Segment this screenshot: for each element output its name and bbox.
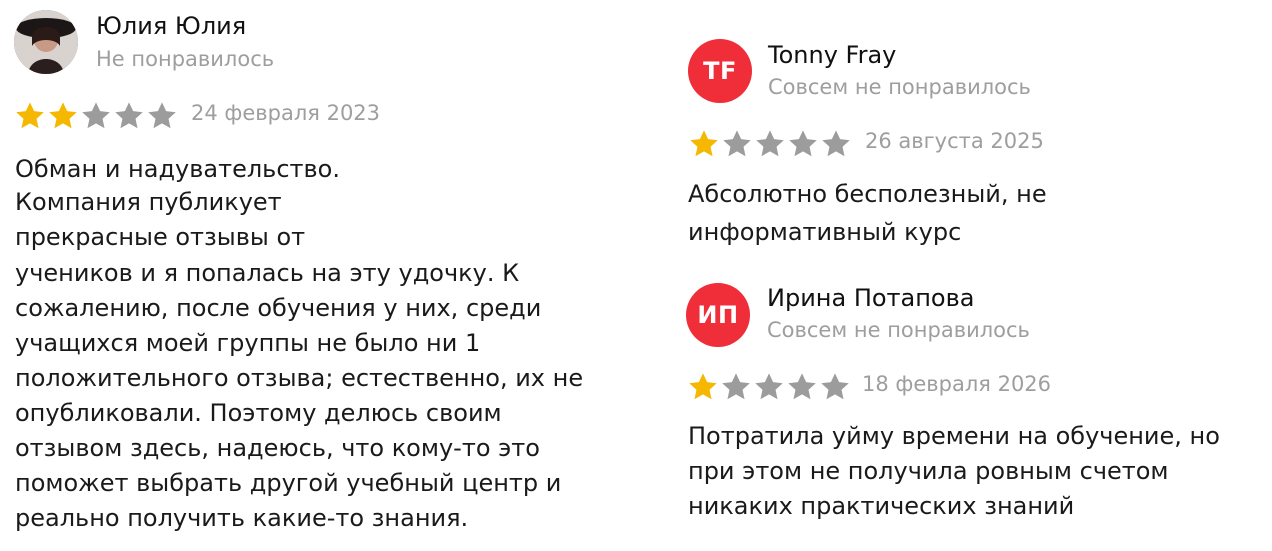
review-text-line: положительного отзыва; естественно, их н… <box>15 364 584 392</box>
star-empty-icon <box>113 100 145 130</box>
star-rating <box>688 128 852 158</box>
review-text-line: Абсолютно бесполезный, не <box>688 180 1047 208</box>
review-card: ИП Ирина Потапова Совсем не понравилось … <box>640 260 1272 551</box>
avatar[interactable]: ИП <box>686 283 750 347</box>
avatar-initials: TF <box>703 57 737 85</box>
avatar-initials: ИП <box>697 301 739 329</box>
review-card: Юлия Юлия Не понравилось 24 февраля 2023… <box>0 0 640 551</box>
review-date: 24 февраля 2023 <box>191 101 381 125</box>
star-filled-icon <box>14 100 46 130</box>
review-text-line: сожалению, после обучения у них, среди <box>15 294 542 322</box>
star-empty-icon <box>721 128 753 158</box>
review-date: 18 февраля 2026 <box>862 372 1052 396</box>
star-empty-icon <box>753 371 785 401</box>
star-empty-icon <box>819 371 851 401</box>
review-text-line: информативный курс <box>688 218 962 246</box>
star-filled-icon <box>688 128 720 158</box>
review-text: Потратила уйму времени на обучение, но п… <box>688 419 1220 524</box>
star-empty-icon <box>820 128 852 158</box>
star-filled-icon <box>687 371 719 401</box>
review-text-line: Потратила уйму времени на обучение, но <box>688 422 1220 450</box>
avatar[interactable] <box>14 10 78 74</box>
user-photo-icon <box>14 10 78 74</box>
star-rating <box>14 100 178 130</box>
review-date: 26 августа 2025 <box>865 129 1044 153</box>
review-text: Обман и надувательство. Компания публику… <box>15 152 583 536</box>
star-empty-icon <box>754 128 786 158</box>
author-name[interactable]: Юлия Юлия <box>96 12 246 40</box>
review-text-line: опубликовали. Поэтому делюсь своим <box>15 399 502 427</box>
star-empty-icon <box>720 371 752 401</box>
review-text-line: прекрасные отзывы от <box>15 223 306 251</box>
author-name[interactable]: Ирина Потапова <box>767 284 974 312</box>
star-empty-icon <box>786 371 818 401</box>
review-text-line: учащихся моей группы не было ни 1 <box>15 329 481 357</box>
avatar[interactable]: TF <box>688 39 752 103</box>
review-text-line: учеников и я попалась на эту удочку. К <box>15 259 520 287</box>
review-text-line: поможет выбрать другой учебный центр и <box>15 469 562 497</box>
review-text-line: при этом не получила ровным счетом <box>688 457 1169 485</box>
review-text-line: реально получить какие-то знания. <box>15 504 469 532</box>
rating-label: Совсем не понравилось <box>768 75 1031 99</box>
star-empty-icon <box>80 100 112 130</box>
author-name[interactable]: Tonny Fray <box>768 41 896 69</box>
star-empty-icon <box>787 128 819 158</box>
review-card: TF Tonny Fray Совсем не понравилось 26 а… <box>640 0 1272 260</box>
review-text: Абсолютно бесполезный, не информативный … <box>688 177 1047 252</box>
star-empty-icon <box>146 100 178 130</box>
review-text-line: никаких практических знаний <box>688 492 1075 520</box>
star-filled-icon <box>47 100 79 130</box>
rating-label: Не понравилось <box>96 47 275 71</box>
review-text-line: Обман и надувательство. <box>15 155 340 183</box>
star-rating <box>687 371 851 401</box>
review-text-line: Компания публикует <box>15 188 282 216</box>
review-text-line: отзывом здесь, надеюсь, что кому-то это <box>15 434 540 462</box>
rating-label: Совсем не понравилось <box>767 318 1030 342</box>
